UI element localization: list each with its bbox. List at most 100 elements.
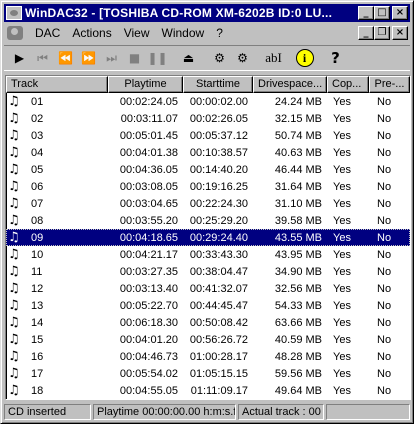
info-button[interactable]: i [293, 47, 316, 69]
column-header-playtime[interactable]: Playtime [108, 76, 183, 93]
cell-track: ♫ 13 [6, 299, 108, 313]
table-row[interactable]: ♫ 10 00:04:21.17 00:33:43.30 43.95 MB Yes No [6, 246, 410, 263]
eject-button[interactable]: ⏏ [177, 47, 200, 69]
cell-drivespace: 40.63 MB [274, 146, 322, 159]
table-row[interactable]: ♫ 18 00:04:55.05 01:11:09.17 49.64 MB Yes No [6, 382, 410, 399]
track-number: 07 [31, 197, 44, 210]
cell-copy: Yes [333, 112, 351, 125]
cell-starttime: 00:22:24.30 [189, 197, 248, 210]
app-icon[interactable] [6, 6, 22, 20]
close-button[interactable]: × [392, 6, 408, 20]
table-row[interactable]: ♫ 03 00:05:01.45 00:05:37.12 50.74 MB Yes No [6, 127, 410, 144]
cell-track: ♫ 09 [6, 231, 108, 245]
copy-track-button[interactable]: ⚙ [208, 47, 231, 69]
track-list[interactable]: Track Playtime Starttime Drivespace... C… [5, 75, 411, 400]
info-icon: i [295, 49, 314, 67]
cell-copy: Yes [333, 350, 351, 363]
music-note-icon: ♫ [8, 111, 20, 126]
music-note-icon: ♫ [8, 298, 20, 313]
cell-starttime: 00:33:43.30 [189, 248, 248, 261]
table-row[interactable]: ♫ 04 00:04:01.38 00:10:38.57 40.63 MB Yes No [6, 144, 410, 161]
cell-pre: No [377, 163, 392, 176]
cell-starttime: 00:02:26.05 [189, 112, 248, 125]
cell-starttime: 00:29:24.40 [189, 231, 248, 244]
column-header-starttime[interactable]: Starttime [183, 76, 253, 93]
cell-pre: No [377, 367, 392, 380]
cell-copy: Yes [333, 367, 351, 380]
play-button[interactable]: ▶ [8, 47, 31, 69]
table-row[interactable]: ♫ 17 00:05:54.02 01:05:15.15 59.56 MB Yes No [6, 365, 410, 382]
menu-help[interactable]: ? [210, 26, 229, 40]
music-note-icon: ♫ [8, 315, 20, 330]
cell-pre: No [377, 384, 392, 397]
table-row[interactable]: ♫ 02 00:03:11.07 00:02:26.05 32.15 MB Yes No [6, 110, 410, 127]
cell-playtime: 00:03:11.07 [120, 112, 178, 125]
music-note-icon: ♫ [8, 230, 20, 245]
table-row[interactable]: ♫ 01 00:02:24.05 00:00:02.00 24.24 MB Yes No [6, 93, 410, 110]
table-row[interactable]: ♫ 16 00:04:46.73 01:00:28.17 48.28 MB Yes No [6, 348, 410, 365]
cell-copy: Yes [333, 95, 351, 108]
cell-drivespace: 31.10 MB [274, 197, 322, 210]
column-header-track[interactable]: Track [6, 76, 108, 93]
document-restore-button[interactable]: ❐ [374, 25, 390, 40]
menu-window[interactable]: Window [156, 26, 211, 40]
cell-playtime: 00:04:01.20 [119, 333, 178, 346]
table-row[interactable]: ♫ 09 00:04:18.65 00:29:24.40 43.55 MB Yes No [6, 229, 410, 246]
table-row[interactable]: ♫ 11 00:03:27.35 00:38:04.47 34.90 MB Yes No [6, 263, 410, 280]
copy-range-button[interactable]: ⚙ [231, 47, 254, 69]
cell-starttime: 00:14:40.20 [189, 163, 248, 176]
pause-button[interactable]: ❚❚ [146, 47, 169, 69]
column-header-drivespace[interactable]: Drivespace... [253, 76, 327, 93]
cell-playtime: 00:05:22.70 [119, 299, 178, 312]
column-header-copy[interactable]: Cop... [327, 76, 369, 93]
track-number: 16 [31, 350, 44, 363]
column-header-preemphasis[interactable]: Pre-... [369, 76, 410, 93]
cell-track: ♫ 04 [6, 146, 108, 160]
maximize-button[interactable]: □ [374, 6, 390, 20]
table-row[interactable]: ♫ 13 00:05:22.70 00:44:45.47 54.33 MB Yes No [6, 297, 410, 314]
cell-pre: No [377, 231, 392, 244]
table-row[interactable]: ♫ 05 00:04:36.05 00:14:40.20 46.44 MB Yes No [6, 161, 410, 178]
help-button[interactable]: ? [324, 47, 347, 69]
cell-copy: Yes [333, 180, 351, 193]
cell-pre: No [377, 129, 392, 142]
cell-drivespace: 54.33 MB [274, 299, 322, 312]
rename-button[interactable]: abI [262, 47, 285, 69]
minimize-button[interactable]: _ [358, 6, 374, 20]
menu-actions[interactable]: Actions [66, 26, 117, 40]
cell-drivespace: 34.90 MB [274, 265, 322, 278]
cell-playtime: 00:04:01.38 [119, 146, 178, 159]
cell-track: ♫ 16 [6, 350, 108, 364]
table-row[interactable]: ♫ 15 00:04:01.20 00:56:26.72 40.59 MB Yes No [6, 331, 410, 348]
next-track-button[interactable]: ⏭ [100, 47, 123, 69]
table-row[interactable]: ♫ 12 00:03:13.40 00:41:32.07 32.56 MB Yes No [6, 280, 410, 297]
music-note-icon: ♫ [8, 94, 20, 109]
track-number: 14 [31, 316, 44, 329]
cell-track: ♫ 11 [6, 265, 108, 279]
cell-drivespace: 32.15 MB [274, 112, 322, 125]
table-row[interactable]: ♫ 07 00:03:04.65 00:22:24.30 31.10 MB Yes No [6, 195, 410, 212]
document-close-button[interactable]: × [392, 25, 408, 40]
menu-dac[interactable]: DAC [29, 26, 66, 40]
cell-starttime: 00:38:04.47 [189, 265, 248, 278]
table-row[interactable]: ♫ 06 00:03:08.05 00:19:16.25 31.64 MB Yes No [6, 178, 410, 195]
fast-forward-button[interactable]: ⏩ [77, 47, 100, 69]
stop-button[interactable]: ■ [123, 47, 146, 69]
table-row[interactable]: ♫ 08 00:03:55.20 00:25:29.20 39.58 MB Yes No [6, 212, 410, 229]
table-row[interactable]: ♫ 14 00:06:18.30 00:50:08.42 63.66 MB Yes No [6, 314, 410, 331]
rewind-button[interactable]: ⏪ [54, 47, 77, 69]
cell-pre: No [377, 299, 392, 312]
cell-playtime: 00:02:24.05 [119, 95, 178, 108]
cell-starttime: 00:44:45.47 [189, 299, 248, 312]
window-title: WinDAC32 - [TOSHIBA CD-ROM XM-6202B ID:0… [25, 6, 333, 20]
cell-track: ♫ 06 [6, 180, 108, 194]
status-extra [326, 404, 410, 420]
previous-track-button[interactable]: ⏮ [31, 47, 54, 69]
cell-pre: No [377, 180, 392, 193]
menu-view[interactable]: View [118, 26, 156, 40]
document-minimize-button[interactable]: _ [358, 25, 374, 40]
music-note-icon: ♫ [8, 281, 20, 296]
title-bar[interactable]: WinDAC32 - [TOSHIBA CD-ROM XM-6202B ID:0… [4, 4, 410, 22]
document-system-menu-icon[interactable] [7, 25, 23, 40]
cell-track: ♫ 03 [6, 129, 108, 143]
